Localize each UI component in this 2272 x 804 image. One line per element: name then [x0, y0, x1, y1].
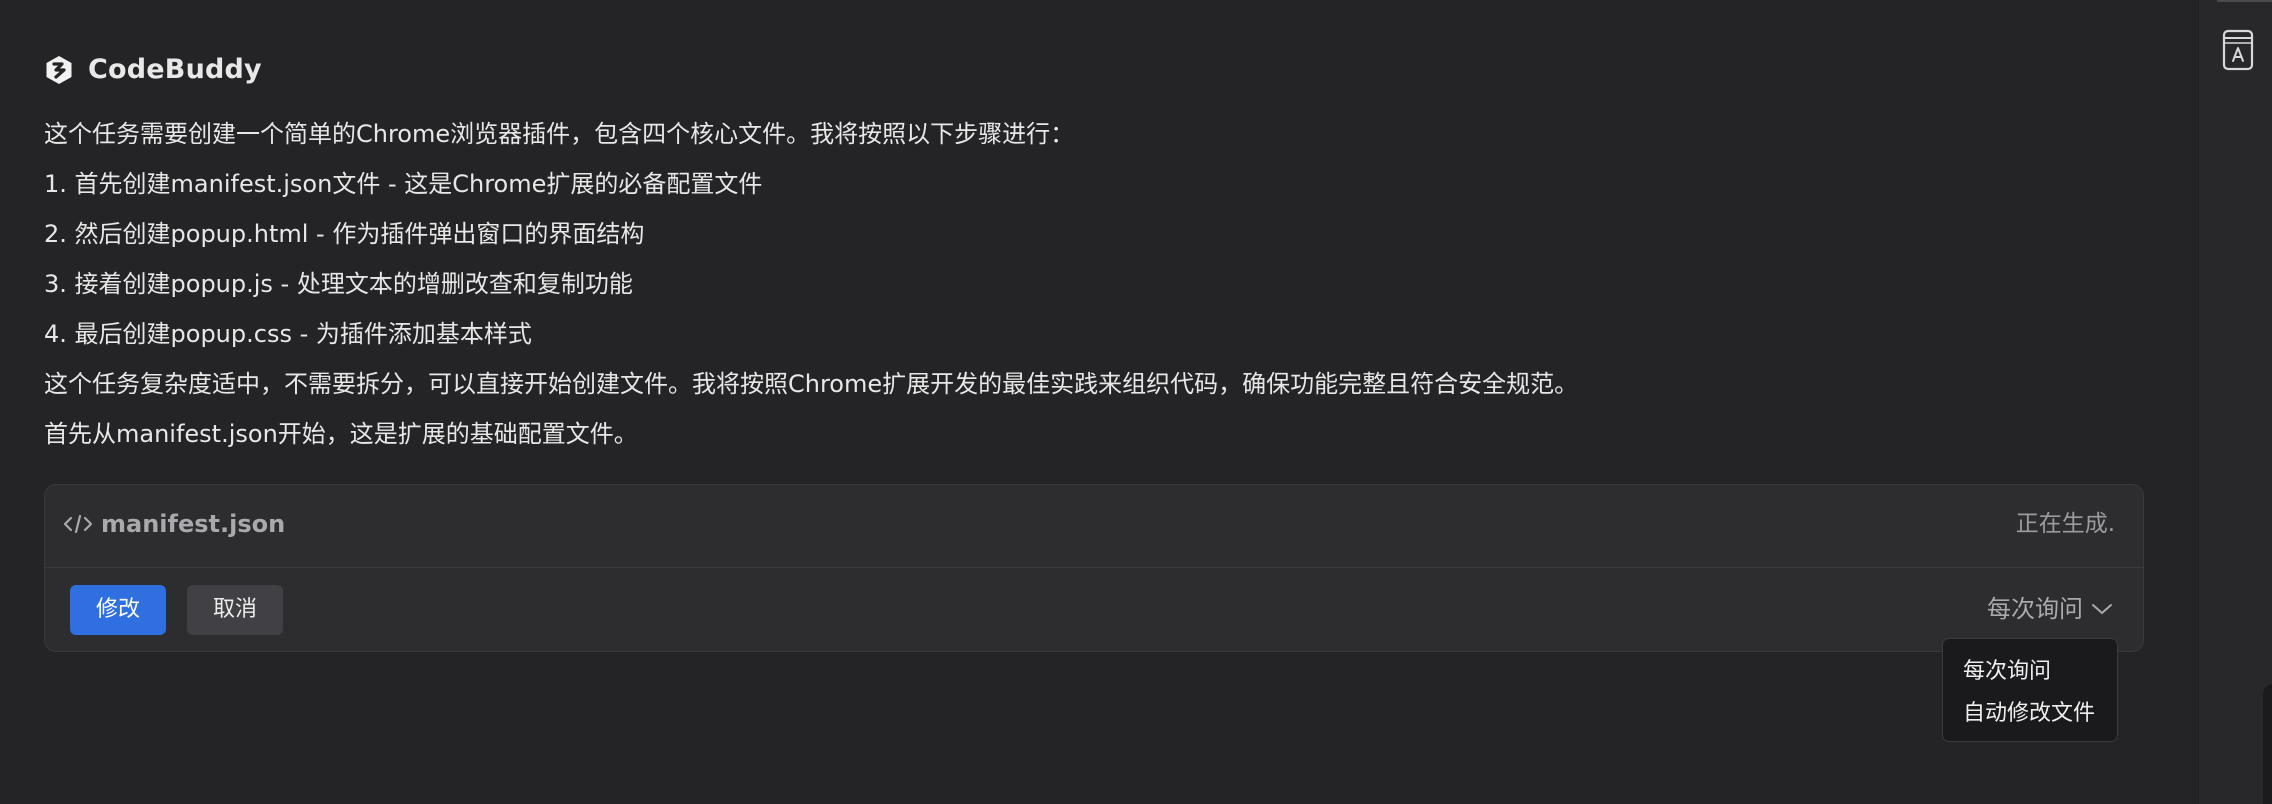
dropdown-option-ask-each-time[interactable]: 每次询问	[1943, 651, 2117, 693]
message-line: 2. 然后创建popup.html - 作为插件弹出窗口的界面结构	[44, 220, 645, 248]
dictionary-book-icon[interactable]	[2221, 28, 2255, 72]
message-line: 3. 接着创建popup.js - 处理文本的增删改查和复制功能	[44, 270, 633, 298]
right-activity-bar	[2198, 0, 2272, 804]
message-line: 1. 首先创建manifest.json文件 - 这是Chrome扩展的必备配置…	[44, 170, 763, 198]
generation-status: 正在生成.	[2015, 511, 2115, 537]
cancel-button[interactable]: 取消	[187, 585, 284, 635]
approval-mode-value: 每次询问	[1987, 595, 2083, 623]
rail-edge-decoration	[2263, 684, 2272, 804]
app-window: CodeBuddy 这个任务需要创建一个简单的Chrome浏览器插件，包含四个核…	[0, 0, 2272, 804]
rail-divider	[2217, 0, 2272, 2]
message-line: 首先从manifest.json开始，这是扩展的基础配置文件。	[44, 420, 638, 448]
approval-mode-dropdown: 每次询问 自动修改文件	[1942, 638, 2118, 742]
approval-mode-select[interactable]: 每次询问	[1987, 593, 2113, 625]
file-card-header: manifest.json 正在生成.	[45, 485, 2143, 568]
chevron-down-icon	[2092, 604, 2112, 614]
assistant-message: 这个任务需要创建一个简单的Chrome浏览器插件，包含四个核心文件。我将按照以下…	[44, 118, 1944, 468]
file-name[interactable]: manifest.json	[101, 509, 285, 539]
message-line: 4. 最后创建popup.css - 为插件添加基本样式	[44, 320, 532, 348]
file-change-card: manifest.json 正在生成. 修改 取消 每次询问	[44, 484, 2144, 652]
message-line: 这个任务复杂度适中，不需要拆分，可以直接开始创建文件。我将按照Chrome扩展开…	[44, 370, 1579, 398]
chat-panel: CodeBuddy 这个任务需要创建一个简单的Chrome浏览器插件，包含四个核…	[0, 0, 2196, 804]
message-line: 这个任务需要创建一个简单的Chrome浏览器插件，包含四个核心文件。我将按照以下…	[44, 120, 1075, 148]
code-icon	[63, 514, 93, 534]
chat-header: CodeBuddy	[44, 54, 262, 85]
brand-name: CodeBuddy	[88, 54, 262, 85]
modify-button[interactable]: 修改	[70, 585, 167, 635]
dropdown-option-auto-modify[interactable]: 自动修改文件	[1943, 693, 2117, 735]
codebuddy-logo-icon	[46, 55, 72, 84]
